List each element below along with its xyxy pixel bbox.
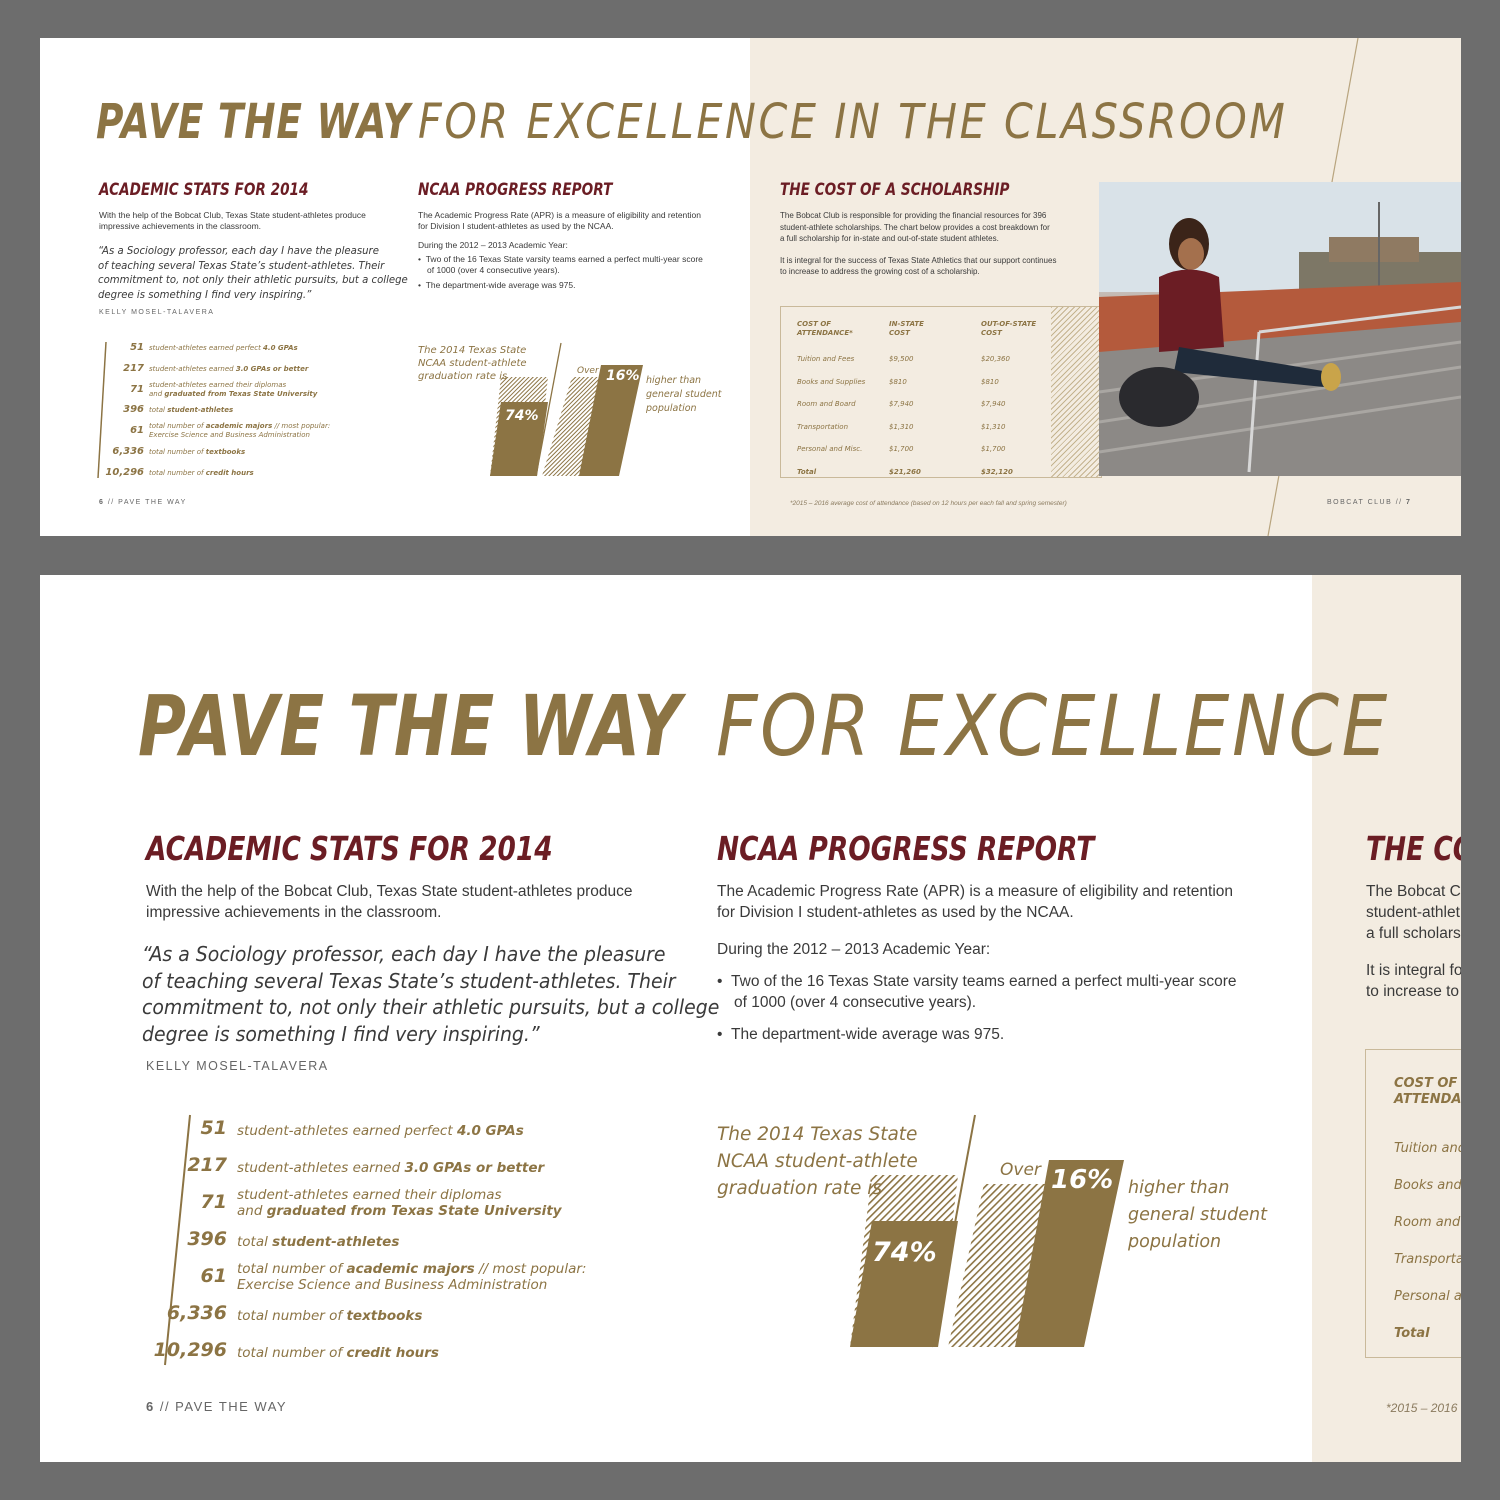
table-row: Personal a: [1394, 1289, 1461, 1304]
graduation-chart-small: [490, 342, 643, 477]
table-hatch: [1051, 307, 1101, 477]
table-rows: Tuition and Books and Room and Transport…: [1394, 1130, 1461, 1352]
cost-table-box: COST OF ATTENDANCE* IN-STATE COST OUT-OF-S…: [780, 306, 1102, 478]
graduation-chart: [850, 1114, 1124, 1348]
footnote: *2015 – 2016 average cost of attendance …: [790, 500, 1067, 507]
col-head: IN-STATE COST: [889, 320, 924, 337]
table-row: Transportation $1,310 $1,310: [797, 422, 1006, 431]
table-row: Total: [1394, 1326, 1430, 1341]
graduation-rate: 74%: [872, 1237, 937, 1268]
table-header-row: COST OF ATTENDANCE* IN-STATE COST OUT-OF-S…: [796, 319, 1037, 348]
table-row: Tuition and Fees $9,500 $20,360: [797, 355, 1010, 364]
cost-table: COST OF ATTENDANCE* IN-STATE COST OUT-OF-S…: [796, 319, 1037, 483]
table-row: Room and: [1394, 1215, 1461, 1230]
higher-caption: higher than general student population: [1128, 1178, 1267, 1252]
footer-right: BOBCAT CLUB // 7: [1327, 499, 1412, 506]
over-label: Over: [577, 366, 599, 376]
table-row: Personal and Misc. $1,700 $1,700: [797, 445, 1006, 454]
cost-table-box: COST OF ATTENDA Tuition and Books and Roo…: [1365, 1049, 1461, 1358]
table-row: Books and: [1394, 1178, 1461, 1193]
athlete-photo: [1099, 182, 1461, 476]
col-head: COST OF ATTENDANCE*: [797, 320, 853, 337]
spread-detail: PAVE THE WAY FOR EXCELLENCE ACADEMIC STA…: [40, 575, 1461, 1462]
table-row: Tuition and: [1394, 1141, 1461, 1156]
scholarship-header: THE COS: [1366, 829, 1461, 868]
col-head: OUT-OF-STATE COST: [981, 320, 1037, 337]
scholarship-text: The Bobcat Club is responsible for provi…: [780, 211, 1057, 276]
scholarship-header: THE COST OF A SCHOLARSHIP: [780, 180, 1010, 200]
footnote: *2015 – 2016: [1386, 1401, 1458, 1415]
percent-higher: 16%: [1051, 1165, 1114, 1195]
percent-higher: 16%: [606, 368, 640, 384]
graduation-rate: 74%: [505, 408, 539, 424]
table-row: Room and Board $7,940 $7,940: [797, 400, 1006, 409]
table-row: Books and Supplies $810 $810: [797, 377, 999, 386]
table-row: Transporta: [1394, 1252, 1461, 1267]
spread-overview: PAVE THE WAY FOR EXCELLENCE IN THE CLASS…: [40, 38, 1461, 536]
col-head: COST OF ATTENDA: [1394, 1076, 1461, 1107]
scholarship-text: The Bobcat Cl student-athlet a full scho…: [1366, 883, 1461, 1000]
higher-caption: higher than general student population: [646, 375, 722, 414]
graduation-caption: The 2014 Texas State NCAA student-athlete…: [717, 1124, 918, 1199]
table-row: Total $21,260 $32,120: [797, 467, 1013, 476]
graduation-caption: The 2014 Texas State NCAA student-athlete…: [418, 345, 527, 382]
photo-illustration: [1099, 182, 1461, 476]
over-label: Over: [1000, 1160, 1041, 1180]
